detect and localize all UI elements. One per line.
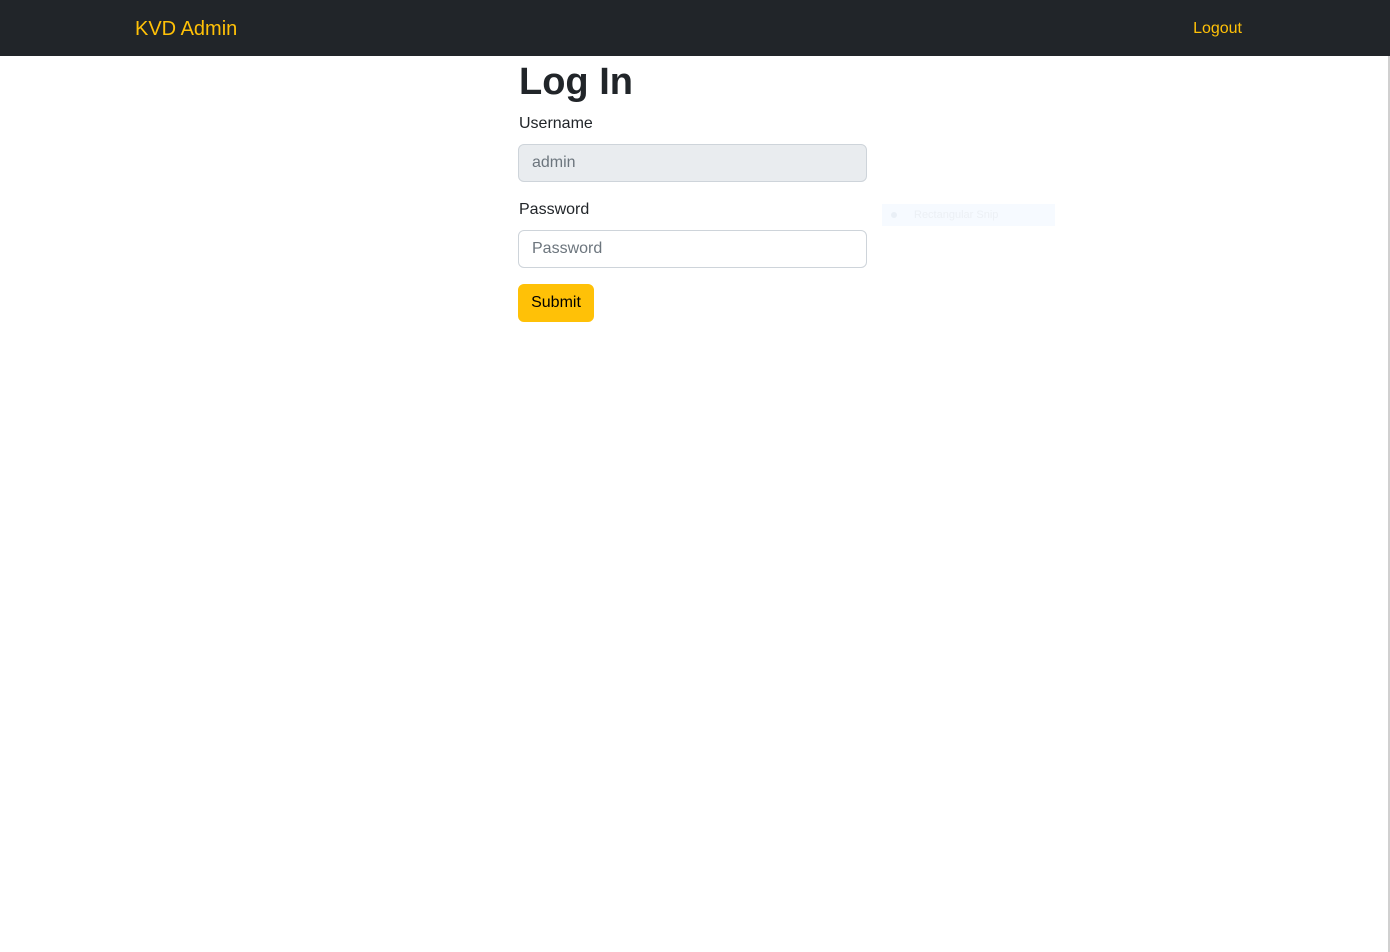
login-page: KVD Admin Logout Log In Username Passwor… (0, 0, 1390, 952)
page-title: Log In (519, 61, 633, 103)
submit-button[interactable]: Submit (518, 284, 594, 322)
username-label: Username (519, 115, 593, 132)
password-label: Password (519, 201, 590, 218)
logout-link[interactable]: Logout (1193, 18, 1242, 40)
password-input[interactable] (518, 230, 867, 268)
snip-overlay: Rectangular Snip (882, 204, 1055, 226)
username-input[interactable] (518, 144, 867, 182)
top-navbar: KVD Admin Logout (0, 0, 1390, 56)
snip-overlay-label: Rectangular Snip (914, 209, 999, 221)
brand-link[interactable]: KVD Admin (135, 15, 237, 43)
rectangle-snip-icon (891, 212, 897, 218)
